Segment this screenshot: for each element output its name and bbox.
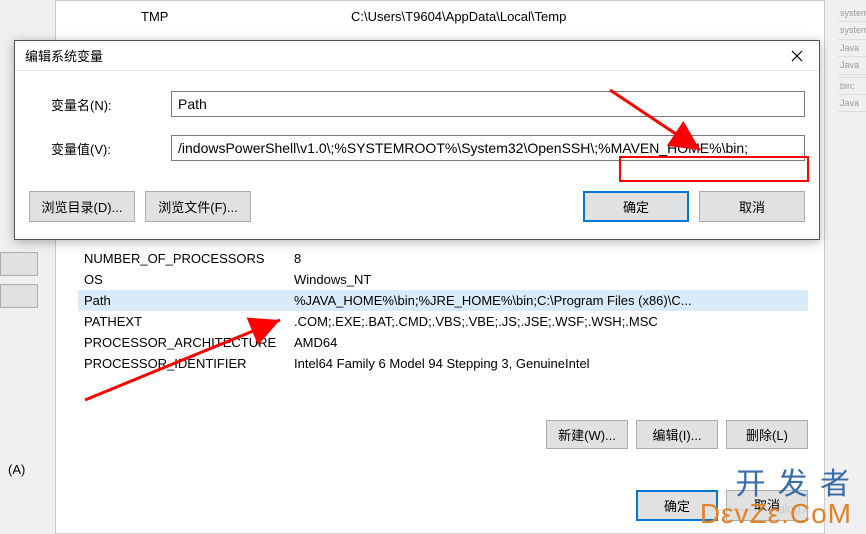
list-item[interactable]: PATHEXT .COM;.EXE;.BAT;.CMD;.VBS;.VBE;.J… [78,311,808,332]
dialog-ok-button[interactable]: 确定 [583,191,689,222]
button-stub[interactable] [0,252,38,276]
list-item[interactable]: NUMBER_OF_PROCESSORS 8 [78,248,808,269]
new-button[interactable]: 新建(W)... [546,420,628,449]
system-vars-list[interactable]: NUMBER_OF_PROCESSORS 8 OS Windows_NT Pat… [78,248,808,374]
desktop-bg: system: system: Java Java bin; Java TMP … [0,0,866,534]
var-name-label: 变量名(N): [51,95,171,114]
tab-fragment: (A) [8,462,25,477]
fade-overlay [78,388,808,418]
list-buttons-row: 新建(W)... 编辑(I)... 删除(L) [78,420,808,449]
dialog-footer: 浏览目录(D)... 浏览文件(F)... 确定 取消 [15,191,819,234]
close-button[interactable] [774,41,819,71]
var-name-input[interactable] [171,91,805,117]
close-icon [791,50,803,62]
dialog-cancel-button[interactable]: 取消 [699,191,805,222]
side-fragment: system: system: Java Java bin; Java [838,5,866,112]
list-item[interactable]: PROCESSOR_IDENTIFIER Intel64 Family 6 Mo… [78,353,808,374]
browse-dir-button[interactable]: 浏览目录(D)... [29,191,135,222]
button-stub[interactable] [0,284,38,308]
delete-button[interactable]: 删除(L) [726,420,808,449]
dialog-body: 变量名(N): 变量值(V): [15,71,819,191]
var-value-row: 变量值(V): [51,135,805,161]
ok-button[interactable]: 确定 [636,490,718,521]
list-item-selected[interactable]: Path %JAVA_HOME%\bin;%JRE_HOME%\bin;C:\P… [78,290,808,311]
user-var-value: C:\Users\T9604\AppData\Local\Temp [351,9,566,24]
var-value-label: 变量值(V): [51,139,171,158]
list-item[interactable]: PROCESSOR_ARCHITECTURE AMD64 [78,332,808,353]
user-var-name: TMP [141,9,351,24]
titlebar: 编辑系统变量 [15,41,819,71]
edit-variable-dialog: 编辑系统变量 变量名(N): 变量值(V): 浏览目录(D)... 浏览文件(F… [14,40,820,240]
var-name-row: 变量名(N): [51,91,805,117]
dialog-buttons-row: 确定 取消 [78,490,808,521]
dialog-title: 编辑系统变量 [25,46,774,65]
cancel-button[interactable]: 取消 [726,490,808,521]
browse-file-button[interactable]: 浏览文件(F)... [145,191,251,222]
list-item[interactable]: OS Windows_NT [78,269,808,290]
edit-button[interactable]: 编辑(I)... [636,420,718,449]
var-value-input[interactable] [171,135,805,161]
user-var-row: TMP C:\Users\T9604\AppData\Local\Temp [141,9,566,24]
